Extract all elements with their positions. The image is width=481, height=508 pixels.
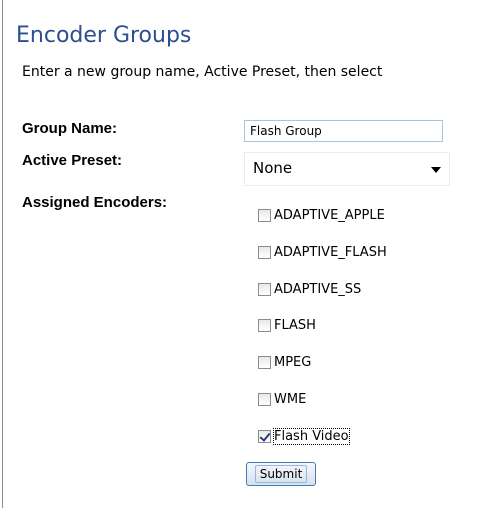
encoder-option-flash[interactable]: FLASH <box>258 315 316 335</box>
submit-button[interactable]: Submit <box>246 462 316 486</box>
frame-border <box>2 0 3 508</box>
checkbox-adaptive-apple[interactable] <box>258 208 271 222</box>
checkbox-mpeg[interactable] <box>258 355 271 369</box>
encoder-label: FLASH <box>274 317 316 333</box>
checkbox-flash-video[interactable] <box>258 429 271 443</box>
encoder-label: Flash Video <box>273 427 350 445</box>
encoder-option-flash-video[interactable]: Flash Video <box>258 426 350 446</box>
checkbox-flash[interactable] <box>258 318 271 332</box>
encoder-option-adaptive-ss[interactable]: ADAPTIVE_SS <box>258 279 361 299</box>
active-preset-select[interactable]: None <box>244 152 450 186</box>
encoder-label: WME <box>274 391 307 407</box>
intro-text: Enter a new group name, Active Preset, t… <box>22 64 383 80</box>
encoder-option-mpeg[interactable]: MPEG <box>258 352 311 372</box>
group-name-label: Group Name: <box>22 120 118 137</box>
encoder-option-wme[interactable]: WME <box>258 389 306 409</box>
assigned-encoders-label: Assigned Encoders: <box>22 194 168 211</box>
checkbox-wme[interactable] <box>258 392 271 406</box>
encoder-label: MPEG <box>274 354 312 370</box>
group-name-input[interactable]: Flash Group <box>244 120 443 142</box>
encoder-label: ADAPTIVE_FLASH <box>274 244 387 260</box>
page-title: Encoder Groups <box>16 23 192 48</box>
encoder-groups-page: Encoder Groups Enter a new group name, A… <box>0 0 481 508</box>
active-preset-label: Active Preset: <box>22 152 123 169</box>
submit-label: Submit <box>254 465 308 483</box>
encoder-option-adaptive-apple[interactable]: ADAPTIVE_APPLE <box>258 205 385 225</box>
active-preset-value: None <box>253 159 293 177</box>
encoder-option-adaptive-flash[interactable]: ADAPTIVE_FLASH <box>258 242 387 262</box>
encoder-label: ADAPTIVE_SS <box>274 281 362 297</box>
checkbox-adaptive-flash[interactable] <box>258 245 271 259</box>
checkbox-adaptive-ss[interactable] <box>258 282 271 296</box>
dropdown-arrow-icon[interactable] <box>431 167 441 173</box>
encoder-label: ADAPTIVE_APPLE <box>274 207 385 223</box>
